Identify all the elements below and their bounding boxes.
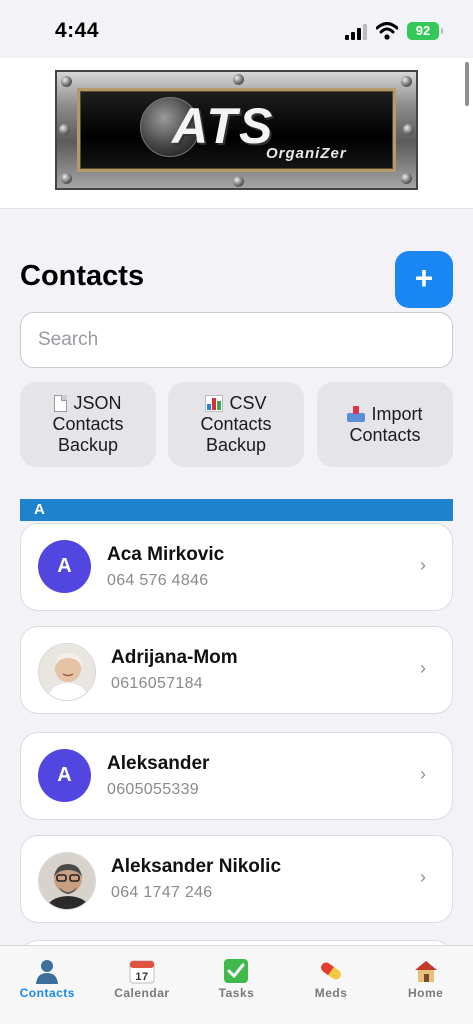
import-label-1: Import [371,403,423,424]
pill-icon [321,962,341,980]
logo-subtext: OrganiZer [266,145,347,162]
checkmark-icon [224,959,249,983]
json-backup-label-2: Contacts [52,414,124,434]
avatar [38,852,96,910]
section-header-a: A [20,499,453,521]
csv-backup-label-1: CSV [229,393,267,413]
csv-backup-label-2: Contacts [200,414,272,434]
contact-name: Aleksander Nikolic [111,856,282,877]
chevron-right-icon: › [420,764,426,784]
tab-label: Home [408,986,444,1000]
import-contacts-button[interactable]: Import Contacts [317,382,453,467]
avatar: A [38,749,91,802]
tab-calendar[interactable]: 17 Calendar [95,946,190,1024]
tab-meds[interactable]: Meds [284,946,379,1024]
json-backup-label-3: Backup [57,435,119,455]
inbox-tray-icon [347,406,366,422]
chevron-right-icon: › [420,555,426,575]
contact-phone: 064 1747 246 [111,884,213,901]
csv-backup-button[interactable]: CSV Contacts Backup [168,382,304,467]
chevron-right-icon: › [420,867,426,887]
tab-tasks[interactable]: Tasks [189,946,284,1024]
calendar-day: 17 [135,971,148,983]
import-label-2: Contacts [349,424,421,445]
add-contact-button[interactable]: + [395,251,453,308]
app-logo: ATS OrganiZer [55,70,418,190]
tab-label: Tasks [218,986,255,1000]
contact-phone: 0605055339 [107,781,199,798]
contact-phone: 0616057184 [111,675,203,692]
status-time: 4:44 [55,19,100,42]
status-bar: 4:44 92 [0,0,473,58]
contact-row[interactable]: Aleksander Nikolic 064 1747 246 › [20,835,453,923]
logo-header: ATS OrganiZer [0,58,473,209]
contact-name: Aca Mirkovic [107,544,225,565]
battery-indicator: 92 [407,22,443,40]
contact-row[interactable]: A Aca Mirkovic 064 576 4846 › [20,523,453,611]
person-icon [36,960,59,984]
wifi-icon [376,22,398,40]
contact-name: Adrijana-Mom [111,647,238,668]
search-input[interactable] [20,312,453,368]
chevron-right-icon: › [420,658,426,678]
csv-backup-label-3: Backup [205,435,267,455]
json-backup-label-1: JSON [73,393,122,413]
contact-row[interactable]: Adrijana-Mom 0616057184 › [20,626,453,714]
cellular-signal-icon [345,24,369,40]
scrollbar-thumb[interactable] [465,62,469,106]
logo-text: ATS [172,98,275,154]
document-icon [54,395,68,412]
avatar: A [38,540,91,593]
tab-bar: Contacts 17 Calendar Tasks Meds Home [0,945,473,1024]
contact-phone: 064 576 4846 [107,572,209,589]
tab-home[interactable]: Home [378,946,473,1024]
bar-chart-icon [205,395,224,412]
avatar [38,643,96,701]
calendar-icon: 17 [129,960,155,984]
contact-row[interactable]: A Aleksander 0605055339 › [20,732,453,820]
tab-label: Calendar [114,986,170,1000]
tab-contacts[interactable]: Contacts [0,946,95,1024]
tab-label: Contacts [19,986,75,1000]
contact-name: Aleksander [107,753,210,774]
tab-label: Meds [314,986,348,1000]
house-icon [414,961,437,982]
json-backup-button[interactable]: JSON Contacts Backup [20,382,156,467]
page-title: Contacts [20,260,145,292]
